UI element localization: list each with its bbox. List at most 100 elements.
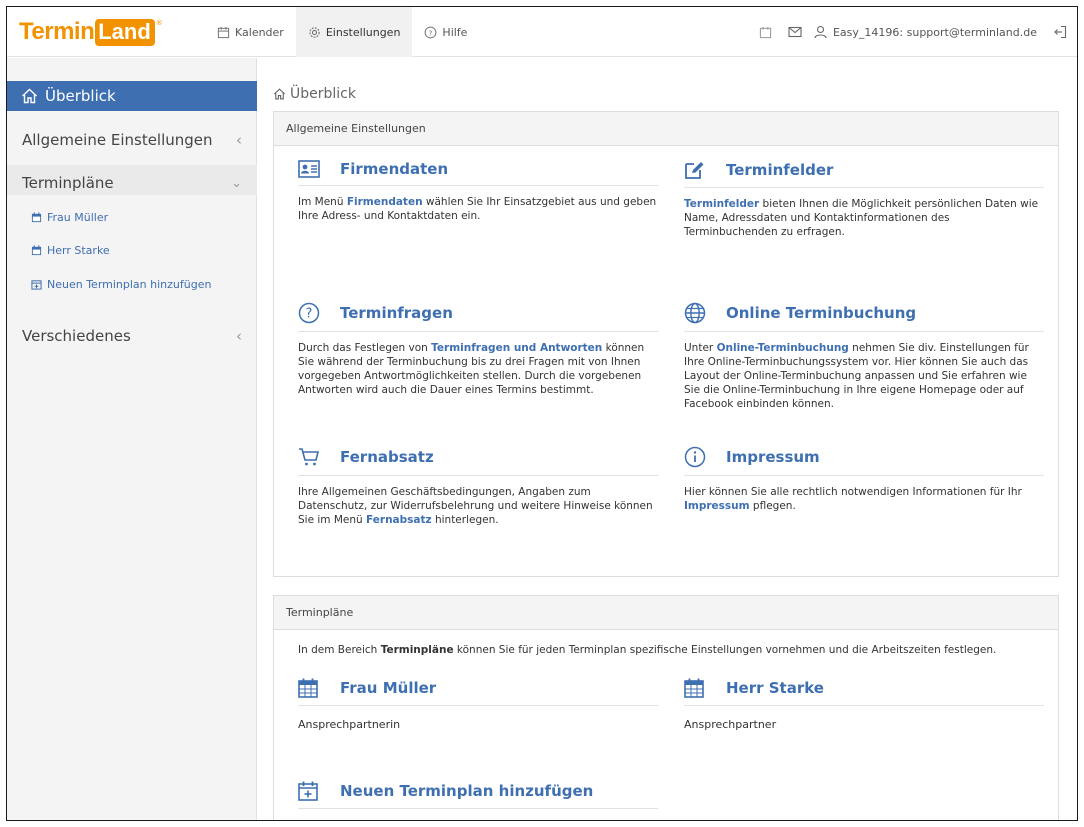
logo-badge: Land [95, 18, 155, 46]
nav-einstellungen-label: Einstellungen [325, 25, 401, 39]
chevron-down-icon: ⌄ [231, 175, 242, 191]
tile-description: Ihre Allgemeinen Geschäftsbedingungen, A… [298, 485, 658, 527]
sidebar-item-neuen-terminplan[interactable]: Neuen Terminplan hinzufügen [31, 278, 211, 291]
mail-icon[interactable] [788, 26, 802, 38]
tile-title[interactable]: Fernabsatz [340, 448, 434, 466]
tile-description: Durch das Festlegen von Terminfragen und… [298, 341, 658, 397]
breadcrumb: Überblick [273, 86, 356, 102]
question-circle-icon: ? [298, 302, 326, 324]
cart-icon [298, 446, 326, 468]
user-icon [814, 25, 827, 39]
tile-online-terminbuchung: Online Terminbuchung Unter Online-Termin… [684, 302, 1044, 411]
sidebar-section-label: Terminpläne [22, 174, 114, 192]
svg-text:?: ? [306, 307, 313, 322]
calendar-icon [684, 678, 712, 698]
tile-title[interactable]: Online Terminbuchung [726, 304, 916, 322]
logo-registered-mark: ® [155, 19, 163, 27]
svg-text:?: ? [429, 28, 433, 37]
plan-title[interactable]: Neuen Terminplan hinzufügen [340, 782, 593, 800]
tile-terminfelder: Terminfelder Terminfelder bieten Ihnen d… [684, 160, 1044, 239]
inline-link[interactable]: Firmendaten [347, 196, 423, 208]
tile-firmendaten: Firmendaten Im Menü Firmendaten wählen S… [298, 160, 658, 223]
tile-description: Unter Online-Terminbuchung nehmen Sie di… [684, 341, 1044, 411]
app-window: Termin Land ® Kalender Einstellungen ? H… [6, 6, 1078, 821]
terminplaene-intro: In dem Bereich Terminpläne können Sie fü… [298, 644, 996, 656]
breadcrumb-label: Überblick [290, 86, 356, 102]
text-run: hinterlegen. [431, 514, 499, 526]
top-bar: Termin Land ® Kalender Einstellungen ? H… [7, 7, 1077, 57]
text-run: Hier können Sie alle rechtlich notwendig… [684, 486, 1022, 498]
nav-kalender-label: Kalender [235, 25, 284, 39]
sidebar-section-verschiedenes[interactable]: Verschiedenes ‹ [22, 327, 242, 345]
tile-title[interactable]: Firmendaten [340, 160, 448, 178]
info-circle-icon [684, 446, 712, 468]
plan-title[interactable]: Frau Müller [340, 679, 436, 697]
user-label: Easy_14196: support@terminland.de [832, 25, 1037, 39]
tile-fernabsatz: Fernabsatz Ihre Allgemeinen Geschäftsbed… [298, 446, 658, 527]
text-run: können Sie für jeden Terminplan spezifis… [453, 644, 997, 656]
home-icon [273, 88, 286, 100]
tile-title[interactable]: Impressum [726, 448, 820, 466]
plan-herr-starke: Herr Starke Ansprechpartner [684, 678, 1044, 731]
text-run: Im Menü [298, 196, 347, 208]
sidebar-item-frau-mueller[interactable]: Frau Müller [31, 211, 108, 224]
text-run: pflegen. [749, 500, 796, 512]
user-account[interactable]: Easy_14196: support@terminland.de [814, 25, 1037, 39]
sidebar-item-label: Neuen Terminplan hinzufügen [47, 278, 212, 291]
panel-title: Terminpläne [274, 596, 1058, 630]
nav-hilfe[interactable]: ? Hilfe [412, 7, 479, 57]
sidebar-item-ueberblick-label: Überblick [45, 87, 116, 105]
calendar-icon [217, 26, 230, 38]
nav-hilfe-label: Hilfe [442, 25, 468, 39]
nav-einstellungen[interactable]: Einstellungen [295, 7, 413, 57]
top-right-tools: Easy_14196: support@terminland.de [743, 7, 1067, 57]
tile-terminfragen: ? Terminfragen Durch das Festlegen von T… [298, 302, 658, 397]
tile-description: Hier können Sie alle rechtlich notwendig… [684, 485, 1044, 513]
sidebar-section-label: Allgemeine Einstellungen [22, 131, 213, 149]
gear-icon [309, 26, 320, 38]
nav-kalender[interactable]: Kalender [205, 7, 296, 57]
sidebar-section-allgemeine-einstellungen[interactable]: Allgemeine Einstellungen ‹ [22, 131, 242, 149]
calendar-icon [298, 678, 326, 698]
chevron-left-icon: ‹ [236, 327, 242, 345]
plan-title[interactable]: Herr Starke [726, 679, 824, 697]
tile-impressum: Impressum Hier können Sie alle rechtlich… [684, 446, 1044, 513]
inline-link[interactable]: Impressum [684, 500, 750, 512]
panel-title: Allgemeine Einstellungen [274, 112, 1058, 146]
tile-description: Im Menü Firmendaten wählen Sie Ihr Einsa… [298, 195, 658, 223]
general-settings-panel: Allgemeine Einstellungen Firmendaten Im … [273, 111, 1059, 577]
terminland-logo[interactable]: Termin Land ® [19, 18, 163, 46]
tile-title[interactable]: Terminfragen [340, 304, 453, 322]
text-run: Durch das Festlegen von [298, 342, 432, 354]
calendar-add-icon [31, 280, 42, 290]
text-run: Unter [684, 342, 717, 354]
chevron-left-icon: ‹ [236, 131, 242, 149]
logo-text: Termin [19, 18, 95, 45]
logout-icon[interactable] [1053, 25, 1067, 39]
plan-frau-mueller: Frau Müller Ansprechpartnerin [298, 678, 658, 731]
help-circle-icon: ? [425, 26, 437, 38]
inline-link[interactable]: Online-Terminbuchung [717, 342, 849, 354]
inline-link[interactable]: Terminfragen und Antworten [431, 342, 602, 354]
sidebar-item-herr-starke[interactable]: Herr Starke [31, 244, 110, 257]
sidebar-section-label: Verschiedenes [22, 327, 131, 345]
inline-link[interactable]: Fernabsatz [366, 514, 432, 526]
plan-subtitle: Ansprechpartnerin [298, 718, 401, 731]
sidebar-item-label: Herr Starke [47, 244, 110, 257]
calendar-today-icon[interactable] [759, 26, 772, 39]
main-content: Überblick Allgemeine Einstellungen Firme… [273, 58, 1073, 820]
sidebar-section-terminplaene[interactable]: Terminpläne ⌄ [22, 174, 242, 192]
calendar-add-icon [298, 781, 326, 801]
terminplaene-panel: Terminpläne In dem Bereich Terminpläne k… [273, 595, 1059, 820]
sidebar: Überblick Allgemeine Einstellungen ‹ Ter… [7, 58, 257, 820]
tile-title[interactable]: Terminfelder [726, 161, 833, 179]
inline-link[interactable]: Terminfelder [684, 198, 759, 210]
globe-icon [684, 302, 712, 324]
calendar-icon [31, 212, 42, 223]
calendar-icon [31, 245, 42, 256]
tile-description: Terminfelder bieten Ihnen die Möglichkei… [684, 197, 1044, 239]
sidebar-item-label: Frau Müller [47, 211, 109, 224]
main-nav: Kalender Einstellungen ? Hilfe [205, 7, 479, 57]
sidebar-item-ueberblick[interactable]: Überblick [7, 81, 257, 111]
plan-subtitle: Ansprechpartner [684, 718, 777, 731]
